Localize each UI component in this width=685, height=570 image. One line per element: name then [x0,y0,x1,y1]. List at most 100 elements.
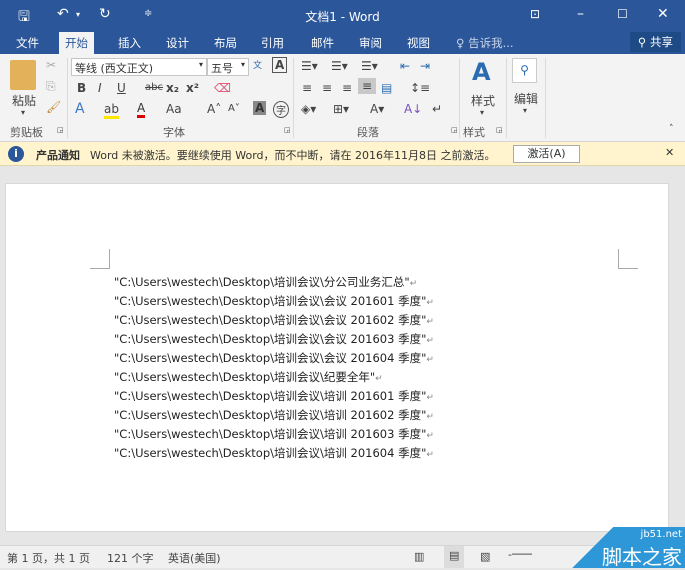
tab-references[interactable]: 引用 [255,34,290,54]
line-text: "C:\Users\westech\Desktop\培训会议\会议 201601… [114,294,427,308]
document-page[interactable]: "C:\Users\westech\Desktop\培训会议\分公司业务汇总"↵… [5,183,669,532]
clear-formatting-icon[interactable]: ⌫ [214,81,231,95]
share-button[interactable]: ⚲ 共享 [629,32,681,52]
tell-me-text: 告诉我... [468,36,514,50]
sort-icon[interactable]: A↓ [404,102,422,116]
ribbon-display-icon[interactable]: ⊡ [530,7,540,21]
justify-icon[interactable]: ≡ [358,78,377,94]
line-text: "C:\Users\westech\Desktop\培训会议\会议 201602… [114,313,427,327]
font-size-select[interactable]: 五号 ▾ [207,58,249,76]
collapse-ribbon-icon[interactable]: ˄ [669,124,674,134]
message-text: Word 未被激活。要继续使用 Word，而不中断，请在 2016年11月8日 … [90,149,496,162]
font-group-label: 字体 [163,126,185,139]
text-effects-icon[interactable]: A [75,101,85,117]
document-line[interactable]: "C:\Users\westech\Desktop\培训会议\会议 201603… [114,331,434,347]
asian-layout-icon[interactable]: A▾ [370,102,384,116]
tab-insert[interactable]: 插入 [112,34,147,54]
change-case-button[interactable]: Aa [166,102,182,116]
paragraph-mark-icon: ↵ [409,279,418,289]
paste-button[interactable]: 粘贴 [12,92,36,109]
close-message-icon[interactable]: ✕ [665,146,674,159]
word-count[interactable]: 121 个字 [107,550,154,566]
search-icon[interactable]: ⚲ [512,58,537,83]
paragraph-launcher-icon[interactable]: ◲ [451,126,458,134]
align-center-icon[interactable]: ≡ [322,81,332,95]
document-line[interactable]: "C:\Users\westech\Desktop\培训会议\会议 201604… [114,350,434,366]
minimize-icon[interactable]: – [577,6,584,22]
web-layout-icon[interactable]: ▧ [480,550,490,563]
bullets-icon[interactable]: ☰▾ [301,59,318,73]
chevron-down-icon: ▾ [240,60,245,69]
highlight-icon[interactable]: ab [104,102,119,119]
language[interactable]: 英语(美国) [168,550,221,566]
font-color-icon[interactable]: A [137,101,146,118]
read-mode-icon[interactable]: ▥ [414,550,424,563]
line-text: "C:\Users\westech\Desktop\培训会议\纪要全年" [114,370,376,384]
share-label: 共享 [650,35,673,49]
show-marks-icon[interactable]: ↵ [432,102,442,116]
increase-indent-icon[interactable]: ⇥ [420,59,430,73]
italic-button[interactable]: I [98,81,102,95]
enclose-characters-icon[interactable]: 字 [273,101,289,118]
editing-dropdown-icon[interactable]: ▾ [523,106,527,115]
strikethrough-button[interactable]: abc [145,82,163,93]
page-count[interactable]: 第 1 页，共 1 页 [7,550,90,566]
grow-font-icon[interactable]: A˄ [207,102,221,116]
document-line[interactable]: "C:\Users\westech\Desktop\培训会议\培训 201601… [114,388,434,404]
shading-icon[interactable]: ◈▾ [301,102,316,116]
document-line[interactable]: "C:\Users\westech\Desktop\培训会议\纪要全年"↵ [114,369,383,385]
superscript-button[interactable]: x² [186,81,199,95]
activate-button[interactable]: 激活(A) [513,145,580,163]
numbering-icon[interactable]: ☰▾ [331,59,348,73]
styles-icon[interactable]: A [472,58,491,86]
tab-home[interactable]: 开始 [59,32,94,54]
tab-file[interactable]: 文件 [10,34,45,54]
document-line[interactable]: "C:\Users\westech\Desktop\培训会议\培训 201603… [114,426,434,442]
styles-launcher-icon[interactable]: ◲ [496,126,503,134]
close-icon[interactable]: ✕ [657,6,669,22]
character-border-icon[interactable]: A [272,57,288,73]
decrease-indent-icon[interactable]: ⇤ [400,59,410,73]
multilevel-list-icon[interactable]: ☰▾ [361,59,378,73]
tell-me-box[interactable]: ♀ 告诉我... [450,34,520,54]
zoom-slider[interactable]: -─── [508,548,532,561]
separator [293,58,294,138]
tab-layout[interactable]: 布局 [208,34,243,54]
tab-mailings[interactable]: 邮件 [305,34,340,54]
align-right-icon[interactable]: ≡ [342,81,352,95]
distributed-icon[interactable]: ▤ [381,81,392,95]
tab-design[interactable]: 设计 [160,34,195,54]
cut-icon[interactable]: ✂ [46,58,56,72]
paste-icon[interactable] [10,60,36,90]
styles-button[interactable]: 样式 [471,92,495,109]
tab-review[interactable]: 审阅 [353,34,388,54]
tab-view[interactable]: 视图 [401,34,436,54]
shrink-font-icon[interactable]: A˅ [228,103,240,114]
document-line[interactable]: "C:\Users\westech\Desktop\培训会议\分公司业务汇总"↵ [114,274,417,290]
editing-button[interactable]: 编辑 [514,90,538,107]
underline-button[interactable]: U [117,81,126,95]
subscript-button[interactable]: x₂ [166,81,179,95]
bold-button[interactable]: B [77,81,86,95]
maximize-icon[interactable]: ☐ [617,7,628,21]
format-painter-icon[interactable]: 🖌 [46,100,61,114]
document-line[interactable]: "C:\Users\westech\Desktop\培训会议\会议 201601… [114,293,434,309]
character-shading-icon[interactable]: A [253,101,267,115]
document-line[interactable]: "C:\Users\westech\Desktop\培训会议\培训 201602… [114,407,434,423]
vertical-scrollbar[interactable] [672,166,685,545]
document-line[interactable]: "C:\Users\westech\Desktop\培训会议\会议 201602… [114,312,434,328]
print-layout-icon[interactable]: ▤ [444,546,465,568]
align-left-icon[interactable]: ≡ [302,81,312,95]
styles-dropdown-icon[interactable]: ▾ [480,108,484,117]
clipboard-launcher-icon[interactable]: ◲ [57,126,64,134]
phonetic-guide-icon[interactable]: 文 [253,58,262,71]
borders-icon[interactable]: ⊞▾ [333,102,349,116]
lightbulb-icon: ♀ [456,36,465,50]
font-launcher-icon[interactable]: ◲ [284,126,291,134]
font-name-select[interactable]: 等线 (西文正文) ▾ [71,58,207,76]
document-line[interactable]: "C:\Users\westech\Desktop\培训会议\培训 201604… [114,445,434,461]
watermark-name: 脚本之家 [602,545,682,569]
copy-icon[interactable]: ⎘ [46,79,56,94]
line-spacing-icon[interactable]: ↕≡ [410,81,430,95]
paste-dropdown-icon[interactable]: ▾ [21,108,25,117]
